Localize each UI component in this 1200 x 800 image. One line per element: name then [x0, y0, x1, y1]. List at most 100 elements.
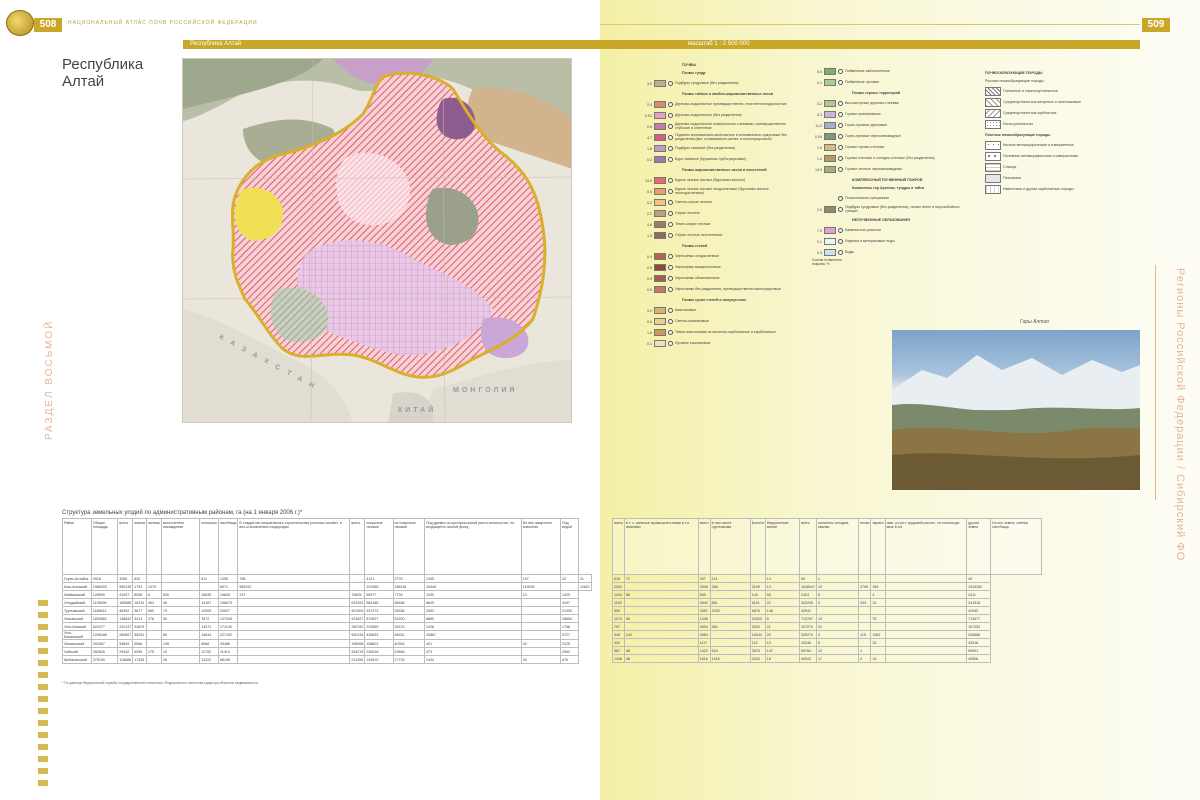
- legend-item: 4.6 Темно-серые лесные: [640, 219, 800, 230]
- legend-item: 0.2 Буро-таежные (буроземы грубогумусовые…: [640, 154, 800, 165]
- table-cell: 2664: [697, 630, 711, 639]
- table-cell: 40543: [799, 654, 817, 663]
- country-label-china: КИТАЙ: [398, 407, 437, 414]
- table-cell: 1079: [146, 582, 162, 591]
- table-cell: 768: [237, 574, 351, 583]
- legend-symbol-icon: [838, 145, 843, 150]
- table-cell: 1422: [697, 646, 711, 655]
- legend-item: 0.2 Светло-серые лесные: [640, 197, 800, 208]
- table-cell: [520, 630, 562, 640]
- table-cell: Онгудайский: [62, 598, 92, 607]
- table-cell: [520, 647, 562, 656]
- table-cell: 171140: [217, 622, 239, 631]
- table-cell: 7872: [199, 614, 219, 623]
- table-cell: 18234: [132, 598, 148, 607]
- table-cell: 147: [764, 646, 801, 655]
- table-cell: [623, 622, 699, 631]
- table-cell: 1262: [870, 630, 886, 639]
- table-cell: [520, 606, 562, 615]
- table-cell: 14: [764, 574, 801, 583]
- table-cell: 307: [697, 574, 711, 583]
- legend-rock-item: Глинистые и тяжелосуглинистые: [985, 86, 1125, 97]
- table-cell: 260782: [349, 622, 366, 631]
- table-column-header: пашня: [132, 518, 148, 575]
- legend-symbol-icon: [668, 319, 673, 324]
- legend-symbol-icon: [838, 239, 843, 244]
- legend-item: 0.6 Светло-каштановые: [640, 316, 800, 327]
- legend-item: 2.0 Подбуры тундровые (без разделения), п…: [810, 204, 985, 215]
- table-cell: 2842: [697, 598, 711, 607]
- legend-rock-label: Среднесуглинистые валунные и галечниковы…: [1003, 99, 1082, 104]
- table-cell: 596135: [117, 582, 134, 591]
- legend-percent: 0.04: [815, 134, 822, 139]
- table-cell: 8849: [423, 598, 522, 607]
- table-cell: 42940: [966, 606, 992, 615]
- legend-symbol-icon: [668, 308, 673, 313]
- table-cell: 142: [623, 630, 699, 639]
- table-cell: 907809: [349, 606, 366, 615]
- table-cell: 16845: [217, 590, 239, 599]
- legend-item: 4.2 Высокогорные дерново-глеевые: [810, 98, 985, 109]
- legend-item: 0.5 Черноземы без разделения, преимуществ…: [640, 284, 800, 295]
- legend-percent: 0.3: [817, 250, 822, 255]
- legend-section: Плотные почвообразующие породы: [985, 133, 1051, 137]
- table-cell: 14644: [199, 630, 219, 640]
- table-cell: 1195596: [90, 598, 119, 607]
- table-cell: 21: [577, 574, 593, 583]
- table-cell: 632351: [349, 598, 366, 607]
- legend-percent: 1.3: [647, 233, 652, 238]
- legend-label: Черноземы обыкновенные: [675, 275, 720, 280]
- table-cell: 201565: [364, 582, 394, 591]
- table-cell: [884, 654, 968, 663]
- legend-swatch: [824, 227, 836, 234]
- table-cell: 114: [709, 574, 751, 583]
- legend-swatch: [824, 111, 836, 118]
- table-cell: 80: [160, 630, 201, 640]
- table-cell: 14167: [199, 598, 219, 607]
- legend-label: Дерново-подзолистые (без разделения): [675, 112, 742, 117]
- table-cell: 40354: [392, 639, 425, 648]
- table-cell: 921827: [349, 614, 366, 623]
- legend-label: Воды: [845, 249, 854, 254]
- table-cell: [884, 630, 968, 639]
- legend-label: Ледники и материковые льды: [845, 238, 895, 243]
- legend-label: Горные лугово-степные: [845, 144, 885, 149]
- table-cell: 3199: [749, 582, 766, 591]
- legend-label: Горные примитивные: [845, 111, 881, 116]
- table-cell: [560, 582, 579, 591]
- legend-percent: 1.6: [647, 330, 652, 335]
- legend-swatch: [654, 329, 666, 336]
- table-cell: [146, 630, 162, 640]
- legend-swatch: [654, 134, 666, 141]
- table-cell: 12821: [577, 582, 593, 591]
- legend-section: Почвы таёжно и хвойно-широколиственных л…: [682, 92, 773, 96]
- legend-symbol-icon: [838, 134, 843, 139]
- table-cell: 149: [160, 639, 201, 648]
- legend-rock-swatch: [985, 109, 1001, 118]
- table-cell: 280807: [117, 630, 134, 640]
- legend-label: Полигонально-трещинные: [845, 195, 890, 200]
- table-cell: 254276: [349, 647, 366, 656]
- table-cell: [858, 638, 872, 647]
- legend-heading: ПОЧВЫ: [682, 63, 697, 67]
- legend-percent: 2.6: [647, 124, 652, 129]
- table-row: 590 3357 2239 6878 148 42941 42940: [612, 606, 1042, 615]
- soil-map[interactable]: К А З А Х С Т А Н МОНГОЛИЯ КИТАЙ: [182, 58, 572, 423]
- table-row: 1074 36 1248 24303 6 713787 15 75 713677: [612, 614, 1042, 623]
- legend-rocks-subheading: Рыхлые почвообразующие породы: [985, 79, 1044, 83]
- table-cell: 3413: [132, 614, 148, 623]
- table-cell: [870, 646, 886, 655]
- table-cell: 8: [815, 638, 860, 647]
- table-cell: 13: [764, 582, 801, 591]
- legend-swatch: [654, 177, 666, 184]
- table-cell: 832: [132, 574, 148, 583]
- table-cell: 20: [764, 630, 801, 639]
- table-cell: 186116: [392, 582, 425, 591]
- table-cell: 223659: [364, 622, 394, 631]
- table-column-header: Нарушенные земли: [764, 518, 801, 575]
- table-cell: [870, 622, 886, 631]
- title-band: [183, 40, 1140, 49]
- legend-rock-label: Сланцы: [1003, 164, 1017, 169]
- table-cell: 585192: [237, 582, 351, 591]
- table-cell: 339274: [799, 630, 817, 639]
